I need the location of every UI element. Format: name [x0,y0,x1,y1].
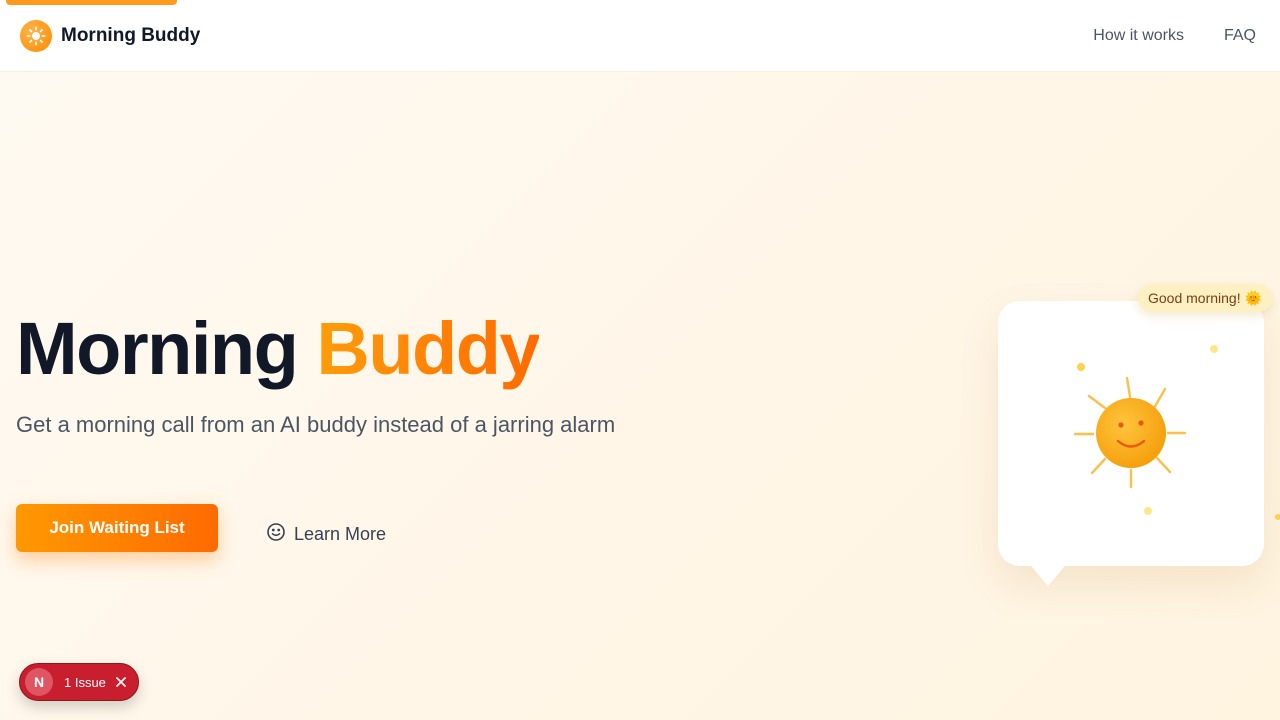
dev-issues-badge[interactable]: N 1 Issue [19,663,139,701]
sparkle-dot [1275,514,1280,520]
nav-links: How it works FAQ [1093,27,1256,45]
learn-more-button[interactable]: Learn More [266,518,386,550]
nav-link-faq[interactable]: FAQ [1224,27,1256,45]
brand-name: Morning Buddy [61,24,201,46]
good-morning-text: Good morning! [1148,290,1241,306]
smile-icon [266,522,286,547]
nav-link-how-it-works[interactable]: How it works [1093,27,1184,45]
hero-subtitle: Get a morning call from an AI buddy inst… [16,412,616,437]
next-logo-icon: N [25,668,53,696]
sun-logo-icon [20,19,52,52]
join-waiting-list-button[interactable]: Join Waiting List [16,504,218,552]
sun-face-icon [1073,376,1187,489]
close-icon[interactable] [115,676,127,688]
sparkle-dot [1144,507,1152,515]
hero-title-morning: Morning [16,307,299,390]
hero-title-buddy: Buddy [316,307,540,390]
hero-title: Morning Buddy [16,306,541,392]
sparkle-dot [1210,345,1218,353]
top-navbar: Morning Buddy How it works FAQ [0,0,1280,72]
sun-illustration-card [998,301,1264,566]
good-morning-bubble: Good morning! 🌞 [1138,284,1273,312]
learn-more-label: Learn More [294,523,387,544]
speech-bubble-tail [1026,560,1070,586]
sun-emoji-icon: 🌞 [1244,289,1263,306]
brand-link[interactable]: Morning Buddy [20,19,201,52]
sparkle-dot [1077,363,1085,371]
issue-count-label: 1 Issue [64,674,106,690]
top-accent-bar [6,0,177,5]
